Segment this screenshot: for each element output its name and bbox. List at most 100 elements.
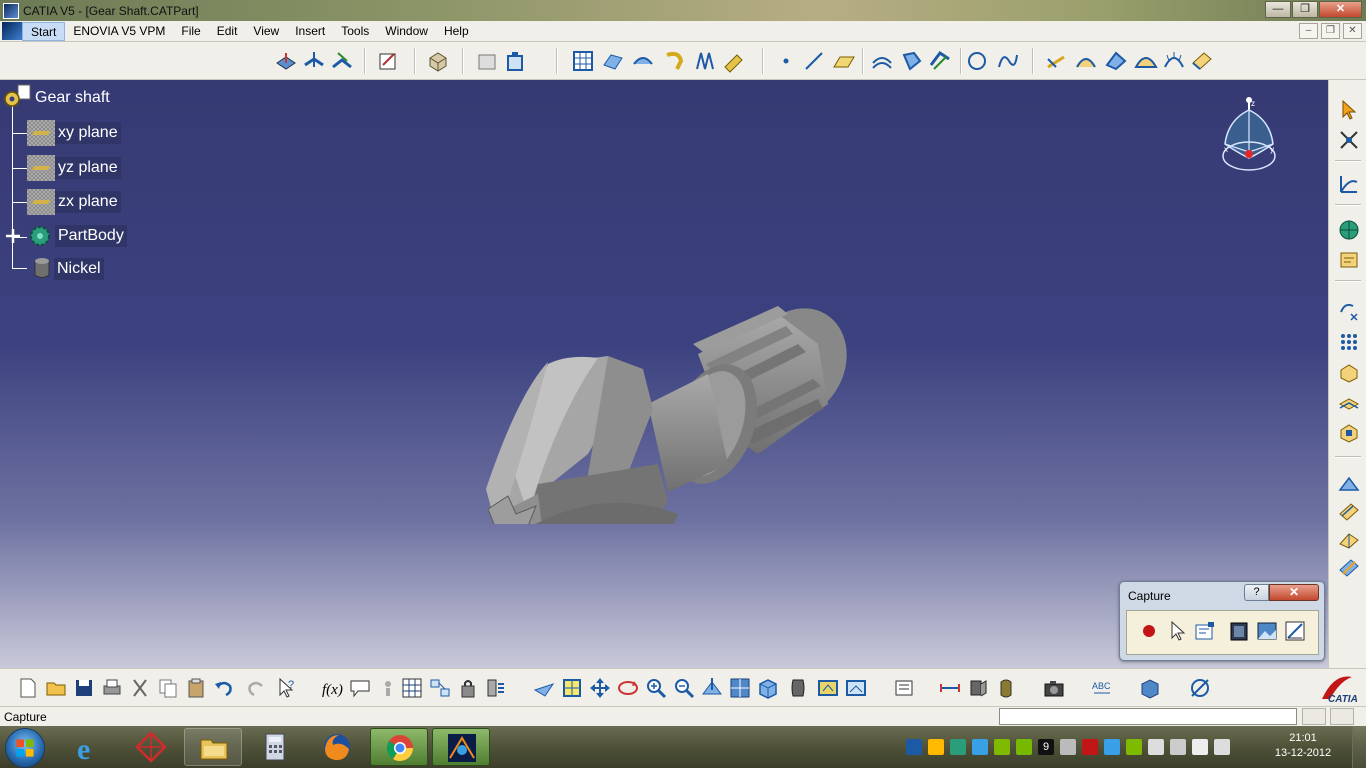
record-icon[interactable] <box>1137 619 1161 643</box>
normal-view-icon[interactable] <box>700 676 724 700</box>
rect-pattern-icon[interactable] <box>1337 330 1361 354</box>
command-input[interactable] <box>999 708 1297 725</box>
3d-viewport[interactable]: Gear shaft xy plane yz plane zx plane Pa… <box>0 80 1328 668</box>
exit-workbench-icon[interactable] <box>330 49 354 73</box>
capture-help-button[interactable]: ? <box>1244 584 1269 601</box>
doc-close-button[interactable]: ✕ <box>1343 23 1362 39</box>
new-file-icon[interactable] <box>16 676 40 700</box>
paste-icon[interactable] <box>184 676 208 700</box>
minimize-button[interactable]: — <box>1265 1 1291 18</box>
redo-icon[interactable] <box>244 676 268 700</box>
nickel-material-icon[interactable] <box>994 676 1018 700</box>
fly-mode-icon[interactable] <box>532 676 556 700</box>
multi-section-icon[interactable] <box>722 49 746 73</box>
menu-edit[interactable]: Edit <box>209 22 246 41</box>
grid-icon[interactable] <box>571 49 595 73</box>
tray-badge[interactable]: 9 <box>1038 739 1054 755</box>
menu-view[interactable]: View <box>245 22 287 41</box>
swap-space-icon[interactable] <box>844 676 868 700</box>
shading-icon[interactable] <box>786 676 810 700</box>
circle-icon[interactable] <box>965 49 989 73</box>
whats-this-icon[interactable]: ? <box>274 676 298 700</box>
extrude-surface-icon[interactable] <box>601 49 625 73</box>
catia-menu-logo-icon[interactable] <box>2 22 22 40</box>
catia-app-icon[interactable] <box>3 2 19 19</box>
menu-help[interactable]: Help <box>436 22 477 41</box>
iso-view-icon[interactable] <box>756 676 780 700</box>
undo-icon[interactable] <box>212 676 236 700</box>
menu-enovia[interactable]: ENOVIA V5 VPM <box>65 22 173 41</box>
apply-material-icon[interactable] <box>1190 49 1214 73</box>
capture-close-button[interactable]: ✕ <box>1269 584 1319 601</box>
plane-icon[interactable] <box>832 49 856 73</box>
measure-item-icon[interactable] <box>1337 500 1361 524</box>
firefox-icon[interactable] <box>308 728 366 766</box>
security-icon[interactable] <box>1126 739 1142 755</box>
tree-item-yz-plane[interactable]: yz plane <box>27 153 121 183</box>
sketch-tools-icon[interactable] <box>377 49 401 73</box>
rotate-icon[interactable] <box>616 676 640 700</box>
join-icon[interactable] <box>928 49 952 73</box>
compass-icon[interactable]: z x y <box>1218 94 1282 176</box>
offset-icon[interactable] <box>870 49 894 73</box>
instantiate-icon[interactable] <box>475 49 499 73</box>
point-icon[interactable] <box>774 49 798 73</box>
menu-insert[interactable]: Insert <box>287 22 333 41</box>
volume-icon[interactable] <box>1214 739 1230 755</box>
wifi-icon[interactable] <box>1082 739 1098 755</box>
tray-app-icon[interactable] <box>928 739 944 755</box>
lock-icon[interactable] <box>456 676 480 700</box>
zoom-out-icon[interactable] <box>672 676 696 700</box>
menu-file[interactable]: File <box>173 22 208 41</box>
nvidia-icon[interactable] <box>1016 739 1032 755</box>
doc-minimize-button[interactable]: – <box>1299 23 1318 39</box>
tree-root-gear-shaft[interactable]: Gear shaft <box>2 83 113 113</box>
fit-all-icon[interactable] <box>560 676 584 700</box>
curvature-analysis-icon[interactable] <box>1074 49 1098 73</box>
sketcher-icon[interactable] <box>274 49 298 73</box>
update-icon[interactable] <box>484 676 508 700</box>
material-apply-icon[interactable] <box>966 676 990 700</box>
line-icon[interactable] <box>802 49 826 73</box>
options-icon[interactable] <box>1193 619 1217 643</box>
porcupine-analysis-icon[interactable] <box>1162 49 1186 73</box>
copy-paste-icon[interactable] <box>503 49 527 73</box>
file-explorer-icon[interactable] <box>184 728 242 766</box>
add-body-icon[interactable] <box>1337 390 1361 414</box>
word-icon[interactable] <box>906 739 922 755</box>
text-annotation-icon[interactable]: ABC <box>1090 676 1114 700</box>
catia-launcher-icon[interactable] <box>122 728 180 766</box>
stop-command-button[interactable] <box>1302 708 1326 725</box>
battery-icon[interactable] <box>1192 739 1208 755</box>
apply-material-side-icon[interactable] <box>1337 556 1361 580</box>
translate-icon[interactable] <box>1337 298 1361 322</box>
positioned-sketch-icon[interactable] <box>302 49 326 73</box>
bluetooth-icon[interactable] <box>1104 739 1120 755</box>
pan-icon[interactable] <box>588 676 612 700</box>
select-arrow-icon[interactable] <box>1337 98 1361 122</box>
menu-window[interactable]: Window <box>377 22 436 41</box>
flag-icon[interactable] <box>1148 739 1164 755</box>
expand-plus-icon[interactable] <box>4 227 22 245</box>
tree-item-zx-plane[interactable]: zx plane <box>27 187 121 217</box>
display-icon[interactable] <box>1170 739 1186 755</box>
draft-analysis-icon[interactable] <box>1044 49 1068 73</box>
capture-settings-icon[interactable] <box>1283 619 1307 643</box>
album-icon[interactable] <box>1227 619 1251 643</box>
chrome-icon[interactable] <box>370 728 428 766</box>
maximize-button[interactable]: ❐ <box>1292 1 1318 18</box>
download-icon[interactable] <box>994 739 1010 755</box>
measure-between-icon[interactable] <box>1337 472 1361 496</box>
save-icon[interactable] <box>72 676 96 700</box>
multi-view-icon[interactable] <box>728 676 752 700</box>
calculator-icon[interactable] <box>246 728 304 766</box>
formula-icon[interactable]: f(x) <box>320 676 344 700</box>
monitor-icon[interactable] <box>972 739 988 755</box>
tree-item-nickel[interactable]: Nickel <box>30 254 104 284</box>
catia-icon[interactable] <box>432 728 490 766</box>
open-folder-icon[interactable] <box>44 676 68 700</box>
tree-item-partbody[interactable]: PartBody <box>4 221 127 251</box>
globe-3d-icon[interactable] <box>1337 218 1361 242</box>
copy-icon[interactable] <box>156 676 180 700</box>
internet-explorer-icon[interactable]: e <box>60 728 118 766</box>
